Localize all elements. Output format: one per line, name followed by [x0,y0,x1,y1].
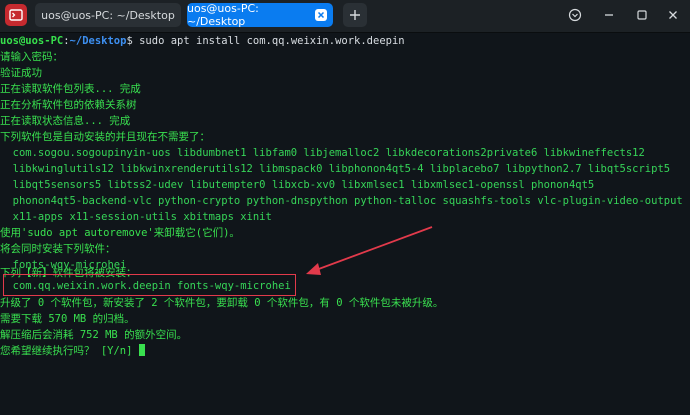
plus-icon[interactable] [343,3,367,27]
auto-pkgs-line: phonon4qt5-backend-vlc python-crypto pyt… [0,195,683,207]
terminal-output[interactable]: uos@uos-PC:~/Desktop$ sudo apt install c… [0,33,690,415]
text-cursor [138,344,145,356]
command-line: uos@uos-PC:~/Desktop$ sudo apt install c… [0,33,405,49]
prompt-path: ~/Desktop [69,35,127,47]
app-logo-icon[interactable] [5,4,27,26]
auto-pkgs-line: libkwinglutils12 libkwinxrenderutils12 l… [0,163,671,175]
settings-icon[interactable] [565,5,585,25]
minimize-icon[interactable] [599,5,619,25]
tab-label: uos@uos-PC: ~/Desktop [187,2,259,28]
extra-header: 将会同时安装下列软件： [0,243,116,255]
command-text: sudo apt install com.qq.weixin.work.deep… [132,35,405,47]
password-prompt: 请输入密码： [0,51,63,63]
summary-line: 升级了 0 个软件包，新安装了 2 个软件包，要卸载 0 个软件包，有 0 个软… [0,297,444,309]
reading-state: 正在读取状态信息... 完成 [0,115,131,127]
reading-list: 正在读取软件包列表... 完成 [0,83,141,95]
autoremove-hint: 使用'sudo apt autoremove'来卸载它(它们)。 [0,227,240,239]
maximize-icon[interactable] [632,5,652,25]
tab-label: uos@uos-PC: ~/Desktop [41,8,175,22]
auto-pkgs-line: com.sogou.sogoupinyin-uos libdumbnet1 li… [0,147,645,159]
tab-terminal-2-active[interactable]: uos@uos-PC: ~/Desktop [187,2,333,28]
confirm-prompt[interactable]: 您希望继续执行吗？ [Y/n] [0,343,145,359]
download-size: 需要下载 570 MB 的归档。 [0,313,135,325]
auto-pkgs-line: libqt5sensors5 libtss2-udev libutempter0… [0,179,595,191]
confirm-text: 您希望继续执行吗？ [Y/n] [0,345,139,357]
tab-bar: uos@uos-PC: ~/Desktop uos@uos-PC: ~/Desk… [0,0,690,33]
annotation-highlight-box [3,274,296,296]
auto-installed-header: 下列软件包是自动安装的并且现在不需要了： [0,131,210,143]
tab-terminal-1[interactable]: uos@uos-PC: ~/Desktop [35,3,181,27]
close-icon[interactable] [315,9,327,21]
close-window-icon[interactable] [663,5,683,25]
auto-pkgs-line: x11-apps x11-session-utils xbitmaps xini… [0,211,272,223]
analyzing-deps: 正在分析软件包的依赖关系树 [0,99,137,111]
auth-ok: 验证成功 [0,67,42,79]
prompt-user-host: uos@uos-PC [0,35,64,47]
disk-usage: 解压缩后会消耗 752 MB 的额外空间。 [0,329,188,341]
